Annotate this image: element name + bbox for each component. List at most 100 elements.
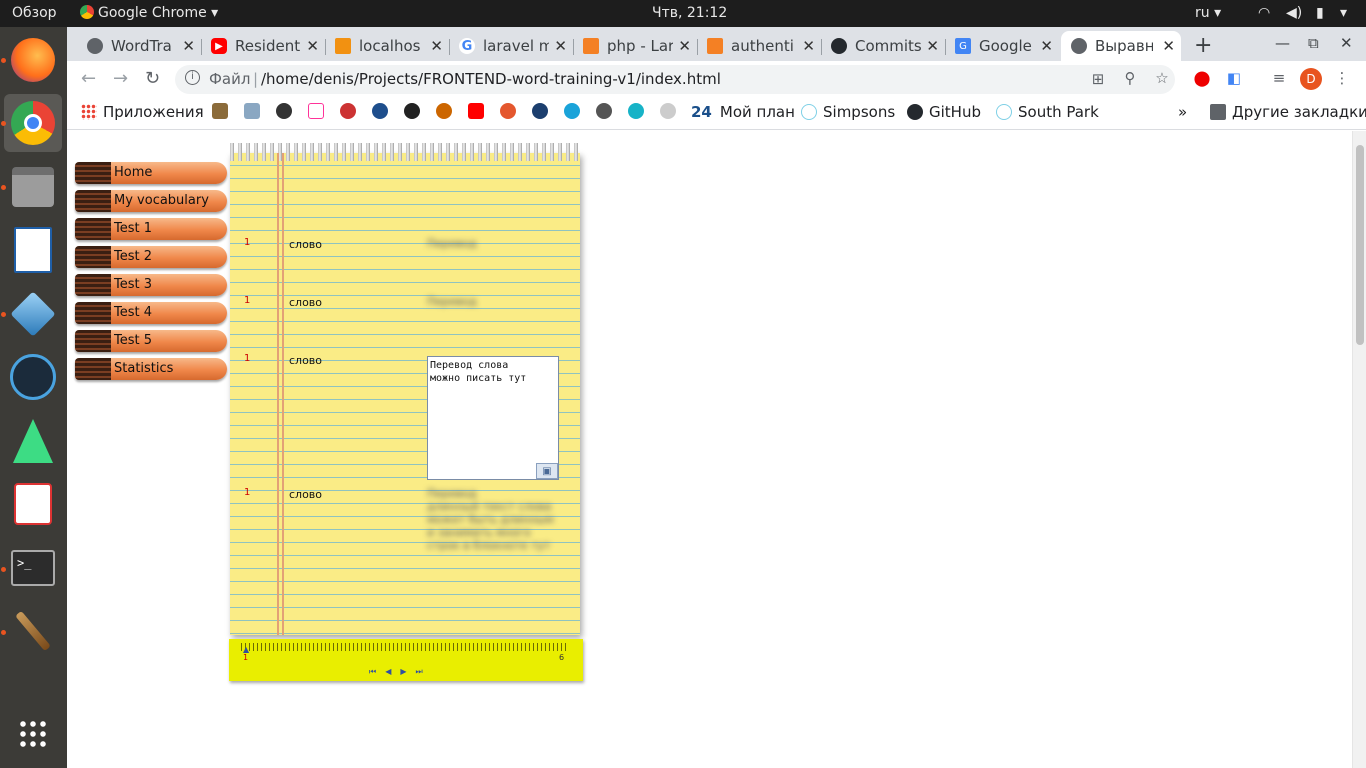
hidden-translation[interactable]: Перевод длинный текст слова может быть д…	[427, 487, 554, 552]
tab-authentication[interactable]: authenti ✕	[697, 31, 822, 61]
chrome-app-menu[interactable]: Google Chrome ▾	[80, 5, 218, 21]
hidden-translation[interactable]: Перевод	[427, 295, 477, 308]
close-icon[interactable]: ✕	[554, 37, 567, 55]
terminal-icon[interactable]: >_	[4, 539, 62, 597]
avatar[interactable]: D	[1300, 68, 1322, 90]
menu-test-2[interactable]: Test 2	[75, 246, 227, 268]
media-controls-icon[interactable]: ≡	[1270, 69, 1288, 87]
wifi-icon[interactable]: ◠	[1258, 5, 1270, 21]
row-word[interactable]: слово	[289, 296, 322, 309]
address-bar[interactable]: i Файл | /home/denis/Projects/FRONTEND-w…	[175, 65, 1175, 94]
close-icon[interactable]: ✕	[678, 37, 691, 55]
bookmark-icon-2[interactable]	[244, 103, 266, 119]
clock[interactable]: Чтв, 21:12	[652, 5, 727, 21]
menu-test-3[interactable]: Test 3	[75, 274, 227, 296]
pdf-viewer-icon[interactable]	[4, 475, 62, 533]
menu-my-vocabulary[interactable]: My vocabulary	[75, 190, 227, 212]
menu-test-1[interactable]: Test 1	[75, 218, 227, 240]
close-icon[interactable]: ✕	[182, 37, 195, 55]
menu-test-4[interactable]: Test 4	[75, 302, 227, 324]
close-icon[interactable]: ✕	[926, 37, 939, 55]
bookmark-icon-12[interactable]	[564, 103, 586, 119]
chrome-dock-icon[interactable]	[4, 94, 62, 152]
save-button[interactable]: ▣	[536, 463, 558, 479]
bookmark-icon-7[interactable]	[404, 103, 426, 119]
activities-button[interactable]: Обзор	[12, 5, 57, 21]
bookmark-youtube[interactable]	[468, 103, 490, 119]
bookmark-icon-8[interactable]	[436, 103, 458, 119]
battery-icon[interactable]: ▮	[1316, 5, 1324, 21]
close-icon[interactable]: ✕	[802, 37, 815, 55]
tab-commits[interactable]: Commits ✕	[821, 31, 946, 61]
tab-resident[interactable]: ▶ Resident ✕	[201, 31, 326, 61]
tab-google-translate[interactable]: G Google P ✕	[945, 31, 1059, 61]
url-text[interactable]: /home/denis/Projects/FRONTEND-word-train…	[261, 70, 721, 88]
row-word[interactable]: слово	[289, 488, 322, 501]
close-icon[interactable]: ✕	[1040, 37, 1053, 55]
page-scrollbar[interactable]	[1352, 131, 1366, 768]
system-menu-icon[interactable]: ▾	[1340, 5, 1347, 21]
tab-active-page[interactable]: Выравн ✕	[1061, 31, 1181, 61]
netbeans-icon[interactable]	[4, 285, 62, 343]
bookmark-icon-10[interactable]	[500, 103, 522, 119]
paint-brush-icon[interactable]	[4, 602, 62, 660]
zoom-icon[interactable]: ⚲	[1121, 69, 1139, 87]
hidden-translation[interactable]: Перевод	[427, 237, 477, 250]
bookmarks-overflow-button[interactable]: »	[1178, 103, 1187, 121]
prev-page-icon[interactable]: ◀	[385, 667, 400, 676]
bookmark-south-park[interactable]: South Park	[996, 103, 1099, 121]
close-icon[interactable]: ✕	[306, 37, 319, 55]
files-icon[interactable]	[4, 158, 62, 216]
bookmark-simpsons[interactable]: Simpsons	[801, 103, 895, 121]
bookmark-icon-14[interactable]	[628, 103, 650, 119]
last-page-icon[interactable]: ⏭	[416, 667, 432, 676]
tab-wordtraining[interactable]: WordTra ✕	[77, 31, 202, 61]
tab-php-laravel[interactable]: php - Lar ✕	[573, 31, 698, 61]
row-word[interactable]: слово	[289, 238, 322, 251]
tab-laravel[interactable]: G laravel m ✕	[449, 31, 574, 61]
bookmark-icon-13[interactable]	[596, 103, 618, 119]
firefox-icon[interactable]	[4, 31, 62, 89]
language-indicator[interactable]: ru ▾	[1195, 5, 1221, 21]
bookmark-icon-6[interactable]	[372, 103, 394, 119]
row-word[interactable]: слово	[289, 354, 322, 367]
chrome-menu-icon[interactable]: ⋮	[1333, 69, 1351, 87]
bookmark-star-icon[interactable]: ☆	[1153, 69, 1171, 87]
volume-icon[interactable]: ◀)	[1286, 5, 1302, 21]
new-tab-button[interactable]: +	[1194, 33, 1212, 58]
next-page-icon[interactable]: ▶	[400, 667, 415, 676]
first-page-icon[interactable]: ⏮	[369, 667, 385, 676]
bookmark-icon-5[interactable]	[340, 103, 362, 119]
tab-localhost[interactable]: localhos ✕	[325, 31, 450, 61]
back-button[interactable]: ←	[81, 68, 96, 89]
scrollbar-thumb[interactable]	[1356, 145, 1364, 345]
menu-statistics[interactable]: Statistics	[75, 358, 227, 380]
translate-icon[interactable]: ⊞	[1089, 70, 1107, 88]
bookmark-icon-15[interactable]	[660, 103, 682, 119]
android-studio-icon[interactable]	[4, 412, 62, 470]
bookmark-icon-3[interactable]	[276, 103, 298, 119]
close-icon[interactable]: ✕	[1162, 37, 1175, 55]
close-icon[interactable]: ✕	[430, 37, 443, 55]
bookmark-olx[interactable]	[308, 103, 330, 119]
close-window-button[interactable]: ✕	[1340, 34, 1353, 52]
bookmark-icon-1[interactable]	[212, 103, 234, 119]
translate-extension-icon[interactable]: ◧	[1225, 69, 1243, 87]
bookmark-my-plan[interactable]: 24 Мой план	[691, 103, 795, 121]
menu-test-5[interactable]: Test 5	[75, 330, 227, 352]
phpstorm-icon[interactable]	[4, 348, 62, 406]
bookmark-apps[interactable]: Приложения	[81, 103, 204, 121]
minimize-button[interactable]: —	[1275, 34, 1290, 52]
show-applications-icon[interactable]	[4, 705, 62, 763]
bookmark-github[interactable]: GitHub	[907, 103, 981, 121]
libreoffice-writer-icon[interactable]	[4, 221, 62, 279]
forward-button[interactable]: →	[113, 68, 128, 89]
maximize-button[interactable]: ⧉	[1308, 34, 1319, 52]
reload-button[interactable]: ↻	[145, 68, 160, 89]
other-bookmarks-folder[interactable]: Другие закладки	[1210, 103, 1366, 121]
opera-extension-icon[interactable]: ⬤	[1193, 69, 1211, 87]
info-icon[interactable]: i	[185, 70, 200, 85]
menu-home[interactable]: Home	[75, 162, 227, 184]
bookmark-icon-11[interactable]	[532, 103, 554, 119]
translation-input[interactable]: Перевод слова можно писать тут	[427, 356, 559, 480]
